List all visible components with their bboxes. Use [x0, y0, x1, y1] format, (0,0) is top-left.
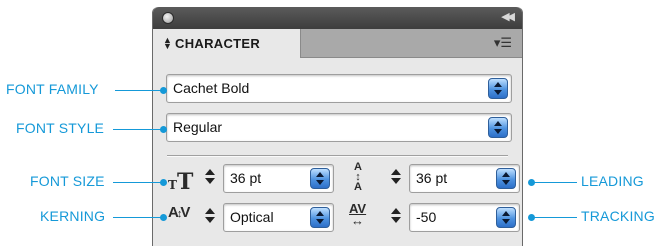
tracking-field[interactable]: -50	[409, 203, 520, 232]
dropdown-arrow-icon[interactable]	[310, 168, 330, 189]
leading-icon: A ↕ A	[354, 161, 362, 193]
dropdown-arrow-icon[interactable]	[488, 117, 508, 138]
font-size-field[interactable]: 36 pt	[223, 164, 334, 193]
close-button[interactable]	[162, 12, 174, 24]
collapse-icon[interactable]: ◀◀	[501, 10, 515, 23]
callout-font-family: FONT FAMILY	[6, 81, 99, 97]
panel-title-bar[interactable]: ◀◀	[153, 7, 522, 29]
leading-stepper[interactable]	[389, 164, 403, 190]
updown-arrows-icon: ▲ ▼	[163, 35, 172, 51]
callout-line	[113, 129, 163, 130]
callout-dot	[160, 87, 167, 94]
tracking-value: -50	[416, 209, 437, 225]
callout-line	[531, 182, 577, 183]
dropdown-arrow-icon[interactable]	[310, 207, 330, 228]
tracking-icon: AV ↔	[349, 201, 367, 228]
kerning-stepper[interactable]	[203, 203, 217, 229]
font-size-value: 36 pt	[230, 170, 262, 186]
font-style-select[interactable]: Regular	[166, 113, 512, 142]
callout-tracking: TRACKING	[581, 208, 655, 224]
kerning-value: Optical	[230, 209, 274, 225]
dropdown-arrow-icon[interactable]	[496, 168, 516, 189]
panel-menu-icon[interactable]: ▾☰	[494, 35, 512, 51]
font-family-value: Cachet Bold	[173, 80, 250, 96]
character-panel: ◀◀ ▲ ▼ CHARACTER ▾☰ Cachet Bold Regular T…	[152, 7, 523, 246]
tab-row: ▲ ▼ CHARACTER ▾☰	[153, 29, 522, 58]
callout-font-size: FONT SIZE	[30, 173, 105, 189]
font-size-icon: TT	[168, 169, 194, 195]
callout-dot	[160, 214, 167, 221]
callout-line	[115, 90, 163, 91]
callout-line	[113, 217, 163, 218]
callout-kerning: KERNING	[40, 208, 106, 224]
callout-leading: LEADING	[581, 173, 644, 189]
tab-label: CHARACTER	[175, 36, 261, 51]
kerning-field[interactable]: Optical	[223, 203, 334, 232]
font-family-select[interactable]: Cachet Bold	[166, 74, 512, 103]
font-size-stepper[interactable]	[203, 164, 217, 190]
callout-font-style: FONT STYLE	[16, 120, 105, 136]
callout-line	[531, 217, 577, 218]
font-style-value: Regular	[173, 119, 223, 135]
callout-dot	[160, 179, 167, 186]
tracking-stepper[interactable]	[389, 203, 403, 229]
leading-field[interactable]: 36 pt	[409, 164, 520, 193]
callout-line	[113, 182, 163, 183]
tab-character[interactable]: ▲ ▼ CHARACTER	[153, 29, 301, 58]
kerning-icon: A↕V	[168, 204, 190, 221]
dropdown-arrow-icon[interactable]	[496, 207, 516, 228]
divider	[167, 155, 508, 157]
leading-value: 36 pt	[416, 170, 448, 186]
dropdown-arrow-icon[interactable]	[488, 78, 508, 99]
callout-dot	[160, 126, 167, 133]
